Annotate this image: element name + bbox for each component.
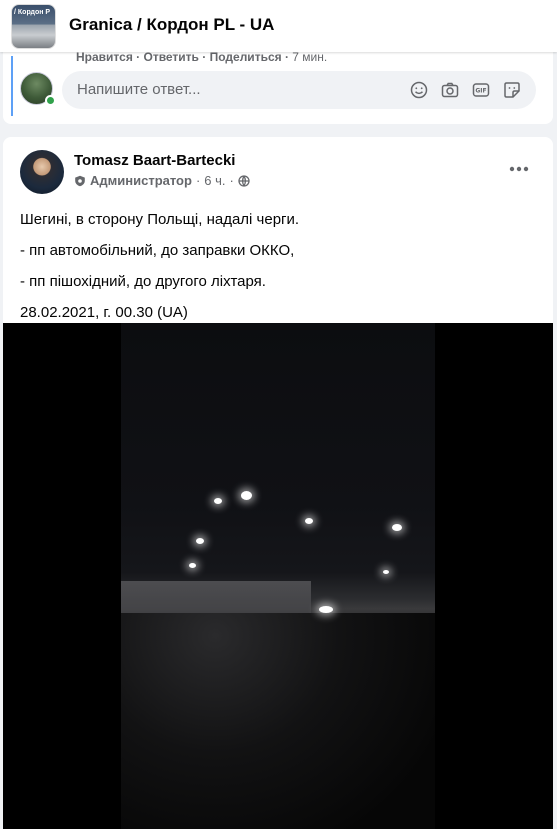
more-dots-icon (509, 166, 529, 172)
comment-time[interactable]: 7 мин. (292, 50, 327, 64)
globe-icon[interactable] (238, 174, 250, 187)
group-thumbnail-text: / Кордон Р (14, 9, 51, 16)
video-light (383, 570, 389, 574)
post-line: Шегині, в сторону Польщі, надалі черги. (20, 211, 300, 228)
meta-separator: · (195, 173, 201, 188)
group-title[interactable]: Granica / Кордон PL - UA (69, 15, 274, 35)
online-status-dot (45, 95, 56, 106)
comment-actions-label[interactable]: Нравится · Ответить · Поделиться · (76, 50, 289, 64)
thread-line (11, 56, 13, 116)
video-light (189, 563, 196, 568)
post-body: Шегині, в сторону Польщі, надалі черги. … (20, 204, 540, 328)
admin-badge-icon (75, 175, 85, 186)
post-line: - пп пішохідний, до другого ліхтаря. (20, 273, 266, 290)
video-player[interactable] (3, 323, 553, 829)
post-time[interactable]: 6 ч. (204, 173, 225, 188)
author-name[interactable]: Tomasz Baart-Bartecki (74, 152, 235, 169)
video-light (392, 524, 402, 531)
gif-icon[interactable]: GIF (471, 80, 491, 100)
reply-toolbar: GIF (409, 80, 522, 100)
admin-role-label[interactable]: Администратор (90, 173, 192, 188)
video-light (196, 538, 204, 544)
group-header: / Кордон Р Granica / Кордон PL - UA (0, 0, 557, 52)
video-light (319, 606, 333, 613)
group-thumbnail[interactable]: / Кордон Р (11, 4, 56, 49)
emoji-icon[interactable] (409, 80, 429, 100)
comment-actions: Нравится · Ответить · Поделиться · 7 мин… (76, 50, 327, 64)
video-light (305, 518, 313, 524)
author-avatar[interactable] (20, 150, 64, 194)
post-card: Tomasz Baart-Bartecki Администратор · 6 … (3, 137, 553, 829)
reply-input[interactable]: Напишите ответ... GIF (62, 71, 536, 109)
camera-icon[interactable] (440, 80, 460, 100)
svg-text:GIF: GIF (475, 88, 486, 95)
sticker-icon[interactable] (502, 80, 522, 100)
video-light (241, 491, 252, 500)
more-options-button[interactable] (501, 159, 537, 179)
post-line: - пп автомобільний, до заправки ОККО, (20, 242, 295, 259)
video-crowd-shape (121, 613, 435, 829)
video-frame (121, 323, 435, 829)
post-meta: Администратор · 6 ч. · (74, 173, 250, 188)
video-light (214, 498, 222, 504)
meta-separator: · (229, 173, 234, 188)
reply-placeholder: Напишите ответ... (77, 81, 201, 98)
